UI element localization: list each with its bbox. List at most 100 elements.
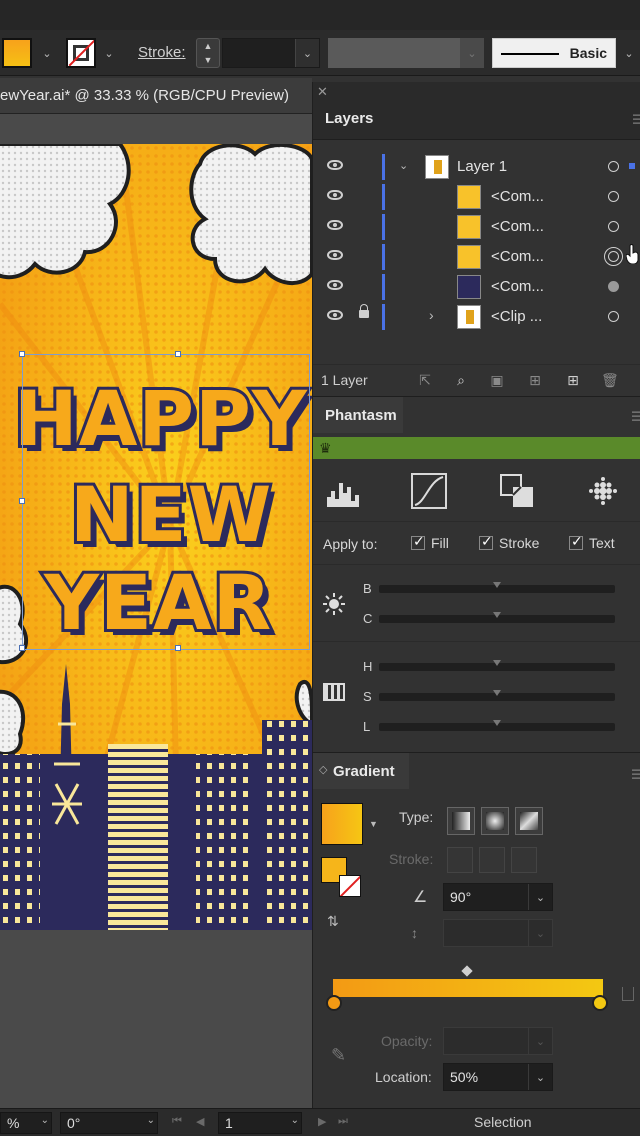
angle-field[interactable]: 90° ⌄ [443, 883, 553, 911]
variable-width-profile[interactable]: ⌄ [328, 38, 484, 68]
fill-checkbox[interactable]: Fill [411, 533, 449, 551]
gradient-stop-end[interactable] [592, 995, 608, 1011]
canvas-area[interactable]: HAPPY NEW YEAR [0, 114, 312, 1108]
panel-menu-icon[interactable]: ——— [632, 405, 640, 425]
stroke-gradient-within-button[interactable] [447, 847, 473, 873]
chevron-down-icon[interactable]: ⌄ [528, 920, 552, 946]
brightness-slider[interactable] [379, 582, 615, 593]
opacity-field[interactable]: ⌄ [443, 1027, 553, 1055]
layer-label[interactable]: <Com... [491, 248, 544, 265]
gradient-swatch[interactable] [321, 803, 363, 845]
visibility-eye-icon[interactable] [327, 220, 343, 230]
target-circle-icon[interactable] [608, 281, 619, 292]
layer-row[interactable]: <Com... [313, 182, 640, 212]
stroke-gradient-along-button[interactable] [479, 847, 505, 873]
visibility-eye-icon[interactable] [327, 280, 343, 290]
chevron-down-icon[interactable]: ⌄ [528, 1028, 552, 1054]
slider-knob[interactable] [493, 720, 501, 726]
panel-menu-icon[interactable]: ——— [633, 108, 640, 128]
visibility-eye-icon[interactable] [327, 190, 343, 200]
artboard-field[interactable]: 1 ⌄ [218, 1112, 302, 1134]
chevron-down-icon[interactable]: ⌄ [528, 1064, 552, 1090]
location-field[interactable]: 50% ⌄ [443, 1063, 553, 1091]
clipping-mask-icon[interactable]: ▣ [489, 372, 505, 388]
eyedropper-icon[interactable]: ✎ [331, 1045, 346, 1066]
stroke-checkbox[interactable]: Stroke [479, 533, 539, 551]
layer-label[interactable]: <Com... [491, 218, 544, 235]
layer-label[interactable]: <Clip ... [491, 308, 542, 325]
selection-bounding-box[interactable] [19, 351, 310, 651]
chevron-down-icon[interactable]: ⌄ [295, 39, 319, 67]
zoom-field[interactable]: % ⌄ [0, 1112, 52, 1134]
lightness-slider[interactable] [379, 720, 615, 731]
layer-row[interactable]: <Com... [313, 272, 640, 302]
resize-handle[interactable] [175, 645, 181, 651]
phantasm-tab[interactable]: Phantasm [313, 397, 403, 433]
slider-knob[interactable] [493, 582, 501, 588]
brush-dropdown-icon[interactable]: ⌄ [618, 38, 640, 68]
tool-mode[interactable]: Selection [474, 1114, 532, 1130]
rotate-field[interactable]: 0° ⌄ [60, 1112, 158, 1134]
midpoint-diamond[interactable] [461, 965, 473, 977]
text-checkbox[interactable]: Text [569, 533, 615, 551]
layer-row[interactable]: <Com... [313, 212, 640, 242]
collapse-icon[interactable]: ◇ [319, 763, 327, 776]
gradient-stop-start[interactable] [326, 995, 342, 1011]
hue-slider[interactable] [379, 660, 615, 671]
target-circle-icon[interactable] [604, 247, 623, 266]
swap-icon[interactable]: ⇅ [327, 913, 339, 930]
export-icon[interactable]: ⇱ [417, 372, 433, 388]
freeform-gradient-button[interactable] [515, 807, 543, 835]
artboard[interactable]: HAPPY NEW YEAR [0, 144, 312, 930]
chevron-down-icon[interactable]: ⌄ [460, 38, 484, 68]
slider-knob[interactable] [493, 690, 501, 696]
delete-stop-icon[interactable] [622, 987, 634, 1001]
gradient-slider-bar[interactable] [333, 979, 603, 997]
first-artboard-icon[interactable]: ⏮ [172, 1115, 182, 1128]
resize-handle[interactable] [175, 351, 181, 357]
next-artboard-icon[interactable]: ▶ [318, 1115, 326, 1128]
levels-icon[interactable] [499, 473, 535, 509]
stroke-weight-input[interactable]: ⌄ [222, 38, 320, 68]
chevron-down-icon[interactable]: ⌄ [147, 1115, 155, 1126]
visibility-eye-icon[interactable] [327, 160, 343, 170]
chevron-down-icon[interactable]: ⌄ [41, 1115, 49, 1126]
slider-knob[interactable] [493, 612, 501, 618]
aspect-ratio-field[interactable]: ⌄ [443, 919, 553, 947]
fill-dropdown-icon[interactable]: ⌄ [36, 38, 58, 68]
chevron-right-icon[interactable]: › [429, 307, 434, 323]
layers-title[interactable]: Layers [325, 110, 373, 127]
fill-swatch[interactable] [2, 38, 32, 68]
chevron-down-icon[interactable]: ⌄ [528, 884, 552, 910]
target-circle-icon[interactable] [608, 221, 619, 232]
linear-gradient-button[interactable] [447, 807, 475, 835]
resize-handle[interactable] [19, 351, 25, 357]
radial-gradient-button[interactable] [481, 807, 509, 835]
chevron-down-icon[interactable]: ▼ [369, 819, 378, 829]
search-icon[interactable]: ⌕ [453, 372, 469, 388]
layer-row[interactable]: <Com... [313, 242, 640, 272]
stroke-swatch[interactable] [66, 38, 96, 68]
stroke-gradient-across-button[interactable] [511, 847, 537, 873]
previous-artboard-icon[interactable]: ◀ [196, 1115, 204, 1128]
saturation-slider[interactable] [379, 690, 615, 701]
trash-icon[interactable]: 🗑 [601, 372, 619, 388]
resize-handle[interactable] [19, 645, 25, 651]
gradient-tab[interactable]: ◇ Gradient [313, 753, 409, 789]
curves-icon[interactable] [411, 473, 447, 509]
stroke-none-swatch[interactable] [339, 875, 361, 897]
halftone-icon[interactable] [585, 473, 621, 509]
panel-menu-icon[interactable]: ——— [632, 763, 640, 783]
close-icon[interactable]: ✕ [317, 84, 328, 100]
lock-icon[interactable] [359, 304, 369, 318]
visibility-eye-icon[interactable] [327, 310, 343, 320]
brush-definition[interactable]: Basic [492, 38, 616, 68]
histogram-icon[interactable] [325, 473, 361, 509]
layer-row[interactable]: ⌄ Layer 1 [313, 152, 640, 182]
new-sublayer-icon[interactable]: ⊞ [527, 372, 543, 388]
layer-row[interactable]: › <Clip ... [313, 302, 640, 332]
layer-label[interactable]: <Com... [491, 278, 544, 295]
resize-handle[interactable] [19, 498, 25, 504]
chevron-down-icon[interactable]: ⌄ [291, 1115, 299, 1126]
visibility-eye-icon[interactable] [327, 250, 343, 260]
